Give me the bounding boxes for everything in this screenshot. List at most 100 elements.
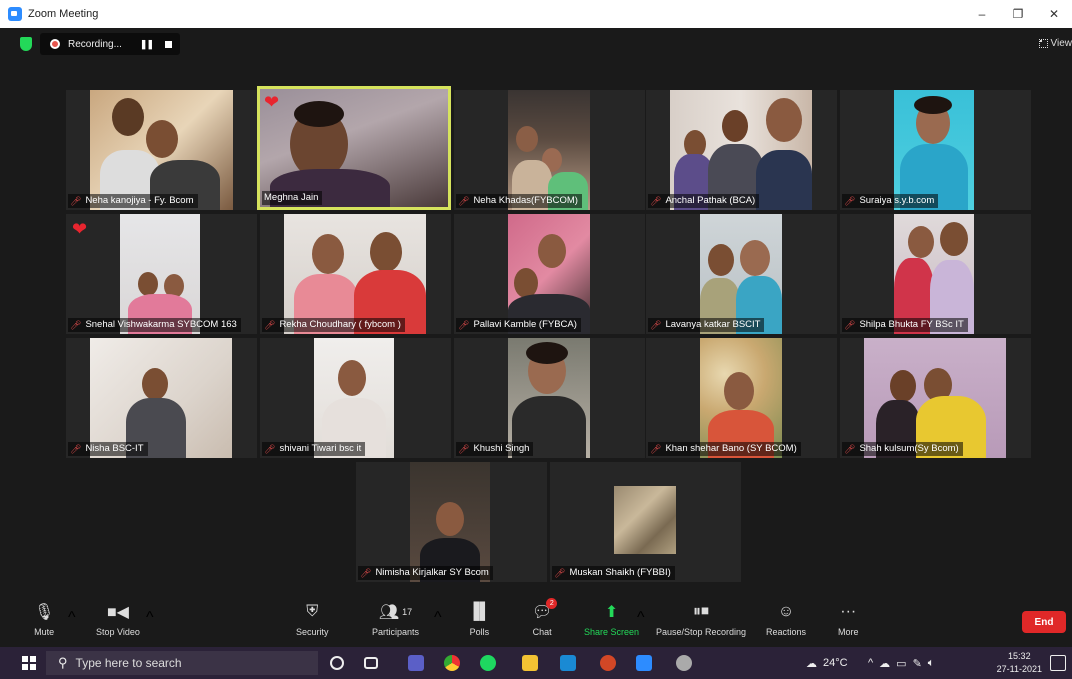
temperature-text: 24°C: [823, 657, 848, 669]
video-feed: [508, 90, 590, 210]
mic-muted-icon: 🎤︎: [360, 568, 372, 578]
stop-recording-icon[interactable]: [165, 40, 173, 48]
chrome-icon[interactable]: [444, 655, 460, 671]
recording-dot-icon: [50, 39, 60, 49]
polls-label: Polls: [469, 627, 490, 637]
cortana-icon[interactable]: [330, 656, 344, 670]
restore-button[interactable]: ❐: [1000, 0, 1036, 28]
window-title: Zoom Meeting: [28, 8, 99, 20]
chat-unread-badge: 2: [546, 598, 558, 609]
mic-muted-icon: 🎤︎: [458, 320, 470, 330]
participants-options-chevron-icon[interactable]: ^: [434, 609, 442, 627]
participant-tile[interactable]: 🎤︎ Khushi Singh: [454, 338, 645, 458]
participant-tile[interactable]: 🎤︎ Pallavi Kamble (FYBCA): [454, 214, 645, 334]
participant-tile[interactable]: 🎤︎ Muskan Shaikh (FYBBI): [550, 462, 741, 582]
chat-bubble-icon: 💬︎ 2: [532, 598, 558, 623]
video-options-chevron-icon[interactable]: ^: [146, 609, 154, 627]
reactions-button[interactable]: ☺ Reactions: [766, 601, 806, 637]
participants-button[interactable]: 👥︎ 17 Participants: [372, 601, 419, 637]
participant-tile[interactable]: 🎤︎ Lavanya katkar BSCIT: [646, 214, 837, 334]
participant-tile[interactable]: 🎤︎ Shah kulsum(Sy Bcom): [840, 338, 1031, 458]
pause-stop-recording-button[interactable]: ⏸⏹ Pause/Stop Recording: [656, 601, 746, 637]
participant-tile-active-speaker[interactable]: ❤ Meghna Jain: [257, 86, 451, 210]
participant-tile[interactable]: 🎤︎ Khan shehar Bano (SY BCOM): [646, 338, 837, 458]
video-feed: [314, 338, 394, 458]
task-view-icon[interactable]: [364, 657, 378, 669]
audio-options-chevron-icon[interactable]: ^: [68, 609, 76, 627]
minimize-button[interactable]: –: [964, 0, 1000, 28]
notifications-icon[interactable]: [1050, 655, 1066, 671]
video-feed: [410, 462, 490, 582]
view-button[interactable]: View: [1038, 38, 1072, 49]
polls-button[interactable]: ▐▌ Polls: [468, 601, 491, 637]
movies-tv-icon[interactable]: [560, 655, 576, 671]
participant-name-label: 🎤︎ Nimisha Kirjalkar SY Bcom: [358, 566, 493, 580]
pen-icon: ✎: [912, 657, 928, 670]
taskbar-search-box[interactable]: ⚲ Type here to search: [46, 651, 318, 675]
participant-tile[interactable]: 🎤︎ Anchal Pathak (BCA): [646, 90, 837, 210]
participant-name-label: 🎤︎ Khushi Singh: [456, 442, 534, 456]
chat-button[interactable]: 💬︎ 2 Chat: [532, 598, 558, 637]
mic-muted-icon: 🎤︎: [458, 196, 470, 206]
weather-widget[interactable]: ☁ 24°C: [806, 647, 848, 679]
mic-muted-icon: 🎤︎: [70, 444, 82, 454]
polls-bar-chart-icon: ▐▌: [468, 603, 491, 620]
participant-name-label: 🎤︎ Pallavi Kamble (FYBCA): [456, 318, 581, 332]
video-feed: [284, 214, 426, 334]
participant-tile[interactable]: 🎤︎ Nimisha Kirjalkar SY Bcom: [356, 462, 547, 582]
security-button[interactable]: ⛨ Security: [296, 601, 329, 637]
encryption-shield-icon[interactable]: [20, 37, 32, 51]
video-feed: [670, 90, 812, 210]
end-meeting-button[interactable]: End: [1022, 611, 1066, 633]
file-explorer-icon[interactable]: [522, 655, 538, 671]
cloud-icon: ☁: [879, 657, 897, 670]
mute-label: Mute: [34, 627, 55, 637]
share-options-chevron-icon[interactable]: ^: [637, 609, 645, 627]
participant-name-label: 🎤︎ Shah kulsum(Sy Bcom): [842, 442, 963, 456]
spotify-icon[interactable]: [480, 655, 496, 671]
search-icon: ⚲: [58, 655, 68, 670]
heart-reaction-icon: ❤: [72, 219, 88, 239]
video-feed: [864, 338, 1006, 458]
window-titlebar: Zoom Meeting – ❐ ✕: [0, 0, 1072, 28]
participant-name-label: Meghna Jain: [262, 191, 323, 205]
windows-start-icon[interactable]: [22, 656, 36, 670]
powerpoint-icon[interactable]: [600, 655, 616, 671]
more-label: More: [838, 627, 859, 637]
participant-name-label: 🎤︎ Lavanya katkar BSCIT: [648, 318, 765, 332]
participant-name-label: 🎤︎ Anchal Pathak (BCA): [648, 194, 760, 208]
system-tray[interactable]: ^ ☁ ▭ ✎ 🔈︎: [868, 647, 940, 679]
security-label: Security: [296, 627, 329, 637]
more-button[interactable]: ··· More: [838, 601, 859, 637]
mic-muted-icon: 🎤︎: [844, 196, 856, 206]
participant-name-label: 🎤︎ Suraiya s.y.b.com: [842, 194, 939, 208]
mic-muted-icon: 🎤︎: [650, 196, 662, 206]
pause-recording-icon[interactable]: ❚❚: [140, 39, 154, 50]
teams-icon[interactable]: [408, 655, 424, 671]
participant-name-label: 🎤︎ Nisha BSC-IT: [68, 442, 148, 456]
zoom-taskbar-icon[interactable]: [636, 655, 652, 671]
participant-tile[interactable]: 🎤︎ Rekha Choudhary ( fybcom ): [260, 214, 451, 334]
stop-video-button[interactable]: ■◀ Stop Video: [96, 601, 140, 637]
participant-tile[interactable]: 🎤︎ Suraiya s.y.b.com: [840, 90, 1031, 210]
close-button[interactable]: ✕: [1036, 0, 1072, 28]
participant-name-label: 🎤︎ Khan shehar Bano (SY BCOM): [648, 442, 801, 456]
participant-name-label: 🎤︎ Neha Khadas(FYBCOM): [456, 194, 582, 208]
more-dots-icon: ···: [840, 603, 857, 620]
video-feed: [700, 338, 782, 458]
mute-button[interactable]: 🎙︎ Mute: [34, 601, 54, 637]
chat-label: Chat: [532, 627, 552, 637]
mic-muted-icon: 🎤︎: [554, 568, 566, 578]
taskbar-clock[interactable]: 15:32 27-11-2021: [997, 650, 1042, 676]
chevron-up-icon: ^: [868, 657, 880, 669]
participant-tile[interactable]: 🎤︎ Shilpa Bhukta FY BSc IT: [840, 214, 1031, 334]
paint-icon[interactable]: [676, 655, 692, 671]
participant-tile[interactable]: 🎤︎ Neha Khadas(FYBCOM): [454, 90, 645, 210]
participant-tile[interactable]: 🎤︎ Neha kanojiya - Fy. Bcom: [66, 90, 257, 210]
participant-tile[interactable]: 🎤︎ Nisha BSC-IT: [66, 338, 257, 458]
share-screen-button[interactable]: ⬆ Share Screen: [584, 601, 639, 637]
participant-tile[interactable]: ❤ 🎤︎ Snehal Vishwakarma SYBCOM 163: [66, 214, 257, 334]
stop-video-label: Stop Video: [96, 627, 140, 637]
participant-tile[interactable]: 🎤︎ shivani Tiwari bsc it: [260, 338, 451, 458]
participant-name-label: 🎤︎ Neha kanojiya - Fy. Bcom: [68, 194, 198, 208]
